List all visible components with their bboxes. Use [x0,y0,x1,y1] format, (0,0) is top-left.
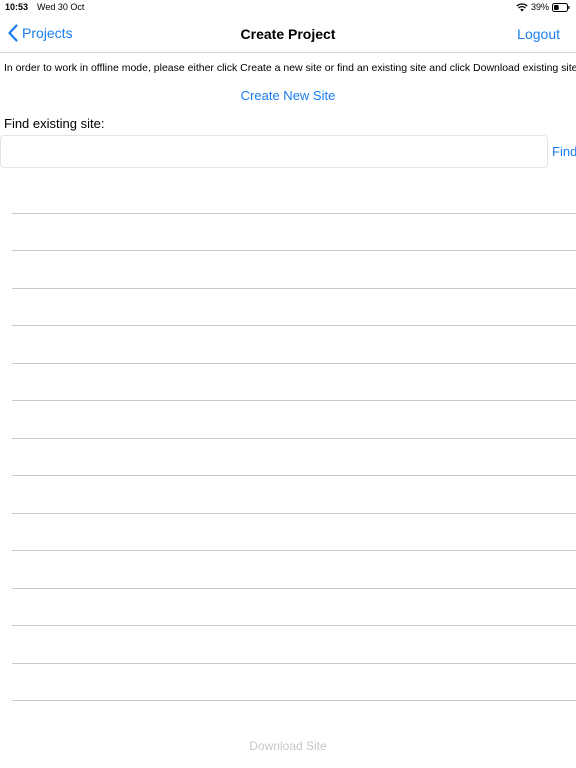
status-date: Wed 30 Oct [37,2,85,12]
table-row[interactable] [12,514,576,551]
find-button[interactable]: Find [552,144,576,159]
wifi-icon [516,3,528,12]
table-row[interactable] [12,439,576,476]
status-time: 10:53 [5,2,29,12]
table-row[interactable] [12,551,576,589]
table-row[interactable] [12,289,576,326]
site-results-list [12,176,576,701]
site-search-input[interactable] [0,135,548,168]
status-bar: 10:53 Wed 30 Oct 39% [0,0,576,14]
table-row[interactable] [12,326,576,364]
table-row[interactable] [12,401,576,439]
create-new-site-button[interactable]: Create New Site [0,88,576,103]
table-row[interactable] [12,176,576,214]
table-row[interactable] [12,364,576,401]
instructions-text: In order to work in offline mode, please… [4,62,576,74]
navigation-bar: Projects Create Project Logout [0,14,576,53]
battery-percent: 39% [531,2,550,12]
table-row[interactable] [12,476,576,514]
battery-icon [552,3,570,12]
download-site-button: Download Site [249,739,327,753]
find-existing-site-label: Find existing site: [4,116,105,131]
table-row[interactable] [12,214,576,251]
table-row[interactable] [12,251,576,289]
logout-button[interactable]: Logout [517,26,560,42]
table-row[interactable] [12,664,576,701]
page-title: Create Project [240,26,336,42]
table-row[interactable] [12,589,576,626]
create-project-screen: 10:53 Wed 30 Oct 39% Projects Create Pro… [0,0,576,768]
table-row[interactable] [12,626,576,664]
